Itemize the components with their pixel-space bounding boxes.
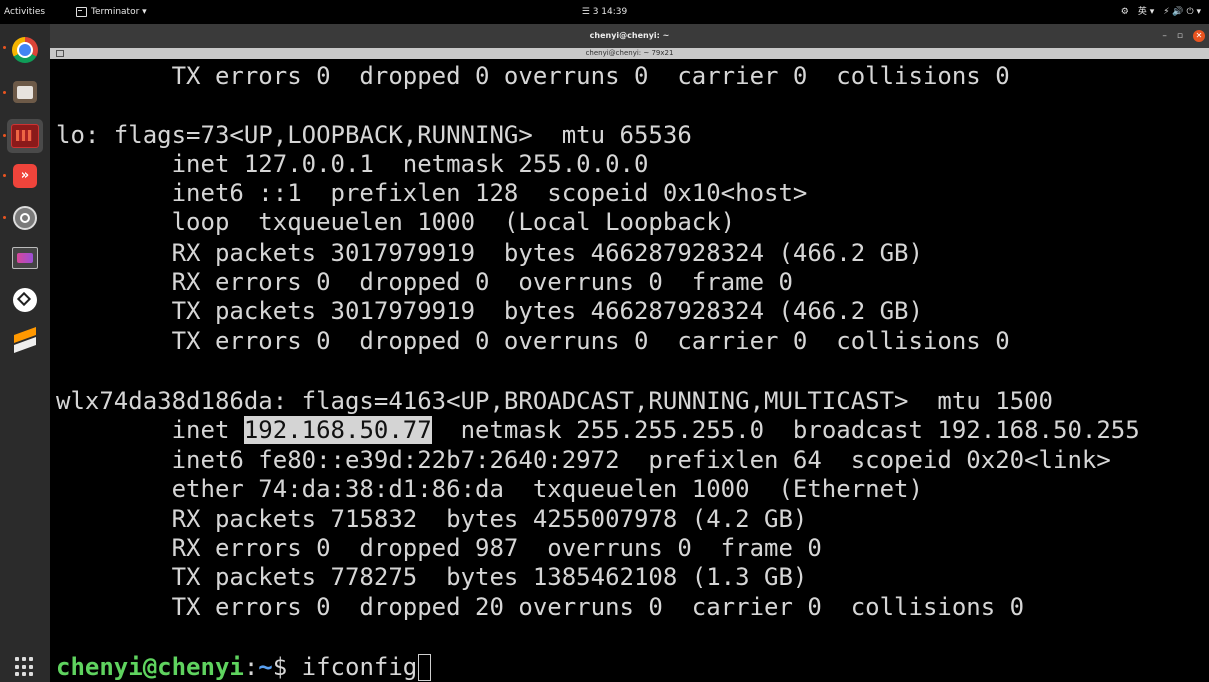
dock-item-chrome[interactable] <box>11 36 39 64</box>
window-title: chenyi@chenyi: ~ <box>589 31 670 40</box>
terminal-line: inet 127.0.0.1 netmask 255.0.0.0 <box>56 150 649 178</box>
close-button[interactable]: ✕ <box>1193 30 1205 42</box>
running-indicator <box>3 91 6 94</box>
sublime-text-icon <box>14 328 36 352</box>
dock-item-anydesk[interactable]: » <box>11 162 39 190</box>
show-applications-button[interactable] <box>15 657 35 677</box>
dock-item-files[interactable] <box>11 78 39 106</box>
terminal-line: TX errors 0 dropped 20 overruns 0 carrie… <box>56 593 1025 621</box>
prompt-separator: : <box>243 653 259 681</box>
window-titlebar[interactable]: chenyi@chenyi: ~ – ▫ ✕ <box>50 24 1209 48</box>
video-editor-icon <box>12 247 38 269</box>
terminal-line: RX packets 3017979919 bytes 466287928324… <box>56 239 923 267</box>
grid-dot <box>22 664 26 669</box>
terminal-line: TX packets 778275 bytes 1385462108 (1.3 … <box>56 563 808 591</box>
terminal-line: ether 74:da:38:d1:86:da txqueuelen 1000 … <box>56 475 923 503</box>
grid-dot <box>29 672 33 677</box>
running-indicator <box>3 46 6 49</box>
prompt-symbol: $ <box>272 653 302 681</box>
clock[interactable]: ☰ 3 14:39 <box>0 0 1209 24</box>
terminal-line: inet6 fe80::e39d:22b7:2640:2972 prefixle… <box>56 446 1111 474</box>
command-prompt[interactable]: chenyi@chenyi:~$ ifconfig <box>56 653 432 682</box>
typed-command[interactable]: ifconfig <box>302 653 418 681</box>
terminal-line: wlx74da38d186da: flags=4163<UP,BROADCAST… <box>56 387 1053 415</box>
tray-item[interactable]: ⚙ <box>1121 0 1129 24</box>
terminator-icon <box>11 124 39 148</box>
terminal-line: TX errors 0 dropped 0 overruns 0 carrier… <box>56 327 1010 355</box>
grid-dot <box>29 657 33 661</box>
grid-dot <box>22 672 26 677</box>
dock-item-settings[interactable] <box>11 204 39 232</box>
terminal-line: RX packets 715832 bytes 4255007978 (4.2 … <box>56 505 808 533</box>
terminal-line: inet6 ::1 prefixlen 128 scopeid 0x10<hos… <box>56 179 808 207</box>
inet-suffix: netmask 255.255.255.0 broadcast 192.168.… <box>431 416 1140 444</box>
grid-dot <box>22 657 26 661</box>
maximize-button[interactable]: ▫ <box>1177 31 1183 41</box>
inet-prefix: inet <box>56 416 244 444</box>
dock-item-video[interactable] <box>11 244 39 272</box>
terminal-line: TX errors 0 dropped 0 overruns 0 carrier… <box>56 62 1010 90</box>
unity-icon <box>13 288 37 312</box>
anydesk-icon: » <box>13 164 37 188</box>
running-indicator <box>3 134 6 137</box>
grid-dot <box>29 664 33 669</box>
terminal-line-inet: inet 192.168.50.77 netmask 255.255.255.0… <box>56 416 1140 445</box>
system-menu[interactable]: ⚡ 🔊 ⏻ ▾ <box>1163 0 1201 24</box>
grid-dot <box>15 664 19 669</box>
terminal-line: RX errors 0 dropped 987 overruns 0 frame… <box>56 534 822 562</box>
window-controls: – ▫ ✕ <box>1162 30 1205 42</box>
running-indicator <box>3 216 6 219</box>
terminal-line: lo: flags=73<UP,LOOPBACK,RUNNING> mtu 65… <box>56 121 692 149</box>
files-icon <box>13 81 37 103</box>
input-method-indicator[interactable]: 英 ▾ <box>1138 0 1154 24</box>
selected-ip-address[interactable]: 192.168.50.77 <box>243 416 432 444</box>
terminal-pane-title: chenyi@chenyi: ~ 79x21 <box>585 49 674 57</box>
terminal-pane-header[interactable]: chenyi@chenyi: ~ 79x21 <box>50 48 1209 59</box>
dock-item-terminator[interactable] <box>11 122 39 150</box>
prompt-path: ~ <box>258 653 273 681</box>
system-tray[interactable]: ⚙ 英 ▾ ⚡ 🔊 ⏻ ▾ <box>1121 0 1201 24</box>
terminal-line: loop txqueuelen 1000 (Local Loopback) <box>56 208 736 236</box>
dock-item-sublime[interactable] <box>11 326 39 354</box>
dock-item-unity[interactable] <box>11 286 39 314</box>
top-bar: Activities Terminator ▾ ☰ 3 14:39 ⚙ 英 ▾ … <box>0 0 1209 24</box>
chrome-icon <box>12 37 38 63</box>
text-cursor <box>418 654 432 681</box>
settings-icon <box>13 206 37 230</box>
terminal-line: TX packets 3017979919 bytes 466287928324… <box>56 297 923 325</box>
dock: » <box>0 24 50 682</box>
terminal-line: RX errors 0 dropped 0 overruns 0 frame 0 <box>56 268 793 296</box>
grid-dot <box>15 657 19 661</box>
grid-dot <box>15 672 19 677</box>
terminal-body[interactable]: TX errors 0 dropped 0 overruns 0 carrier… <box>50 59 1209 682</box>
minimize-button[interactable]: – <box>1162 31 1167 41</box>
running-indicator <box>3 174 6 177</box>
prompt-user-host: chenyi@chenyi <box>56 653 244 681</box>
